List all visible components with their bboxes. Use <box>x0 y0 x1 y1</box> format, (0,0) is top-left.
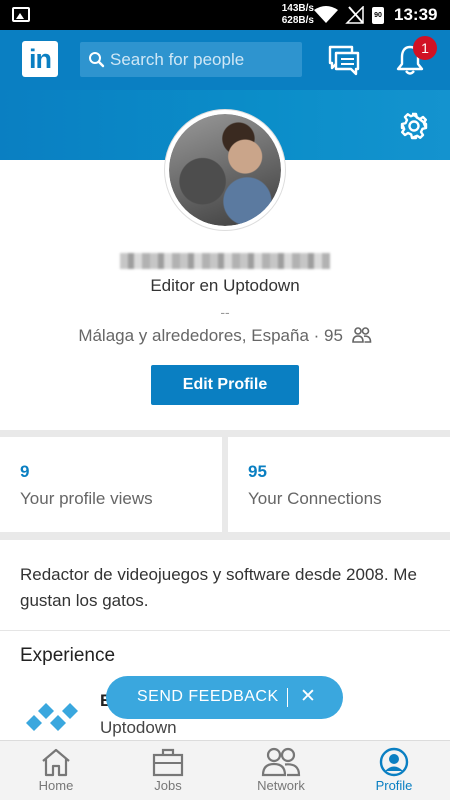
close-icon[interactable]: ✕ <box>300 686 316 708</box>
profile-summary: Redactor de videojuegos y software desde… <box>20 565 417 610</box>
avatar[interactable] <box>165 110 285 230</box>
nav-network-label: Network <box>257 778 305 793</box>
feedback-divider <box>287 688 288 707</box>
section-divider <box>0 630 450 631</box>
uptodown-logo-icon <box>26 703 78 731</box>
send-feedback-pill: SEND FEEDBACK ✕ <box>106 676 343 719</box>
profile-location: Málaga y alrededores, España <box>78 326 309 345</box>
search-placeholder: Search for people <box>110 50 245 69</box>
profile-name-redacted <box>120 253 330 269</box>
briefcase-icon <box>152 748 184 777</box>
profile-icon <box>379 747 409 777</box>
profile-headline: Editor en Uptodown <box>150 276 300 295</box>
search-icon <box>89 52 105 68</box>
nav-jobs[interactable]: Jobs <box>112 741 224 800</box>
home-icon <box>42 748 70 777</box>
edit-profile-button[interactable]: Edit Profile <box>151 365 299 405</box>
profile-views-label: Your profile views <box>20 489 153 508</box>
nav-jobs-label: Jobs <box>154 778 182 793</box>
battery-icon: 90 <box>372 7 384 24</box>
location-row: Málaga y alrededores, España · 95 <box>0 326 450 346</box>
connections-card-label: Your Connections <box>248 489 382 508</box>
connections-card-count: 95 <box>248 462 267 481</box>
upload-speed: 143B/s <box>281 3 314 14</box>
app-header: in Search for people 1 <box>0 30 450 90</box>
network-icon <box>261 747 301 777</box>
profile-views-count: 9 <box>20 462 30 481</box>
nav-profile[interactable]: Profile <box>338 741 450 800</box>
linkedin-logo[interactable]: in <box>22 41 58 77</box>
send-feedback-button[interactable]: SEND FEEDBACK <box>137 688 279 706</box>
nav-home[interactable]: Home <box>0 741 112 800</box>
avatar-photo <box>169 114 281 226</box>
bottom-navigation: Home Jobs Network Profile <box>0 740 450 800</box>
download-speed: 628B/s <box>281 15 314 26</box>
search-input[interactable]: Search for people <box>80 42 302 77</box>
nav-home-label: Home <box>38 778 74 793</box>
profile-views-card[interactable]: 9 Your profile views <box>0 437 222 532</box>
experience-company: Uptodown <box>100 718 177 737</box>
connections-count[interactable]: 95 <box>324 326 343 345</box>
connections-icon <box>351 327 371 343</box>
experience-heading: Experience <box>20 645 116 666</box>
no-signal-icon <box>345 6 364 24</box>
notification-badge: 1 <box>413 36 437 60</box>
network-speed: 143B/s 628B/s <box>262 3 314 27</box>
status-bar: 143B/s 628B/s 90 13:39 <box>0 0 450 30</box>
clock: 13:39 <box>394 5 438 24</box>
wifi-icon <box>314 6 338 23</box>
gallery-notification-icon <box>12 7 30 22</box>
messages-icon[interactable] <box>328 45 362 77</box>
nav-profile-label: Profile <box>375 778 413 793</box>
nav-network[interactable]: Network <box>225 741 337 800</box>
gear-icon[interactable] <box>400 112 428 140</box>
profile-separator: -- <box>220 304 230 320</box>
connections-card[interactable]: 95 Your Connections <box>228 437 450 532</box>
